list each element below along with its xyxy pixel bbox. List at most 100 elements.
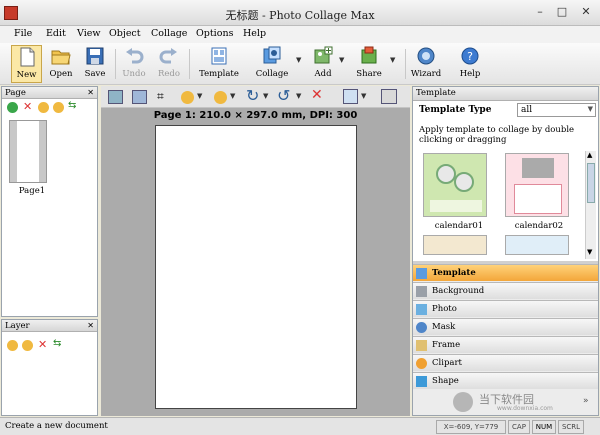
scroll-up-icon[interactable]: ▲	[587, 151, 592, 159]
bring-front-icon[interactable]	[181, 91, 194, 104]
accordion-background[interactable]: Background	[413, 282, 598, 299]
undo-button[interactable]: Undo	[120, 45, 148, 83]
menu-edit[interactable]: Edit	[46, 28, 66, 39]
template-panel-title: Template	[413, 87, 598, 101]
close-icon[interactable]: ✕	[87, 87, 94, 99]
template-label: Template	[199, 69, 239, 79]
floppy-icon	[86, 47, 104, 65]
delete-icon[interactable]: ✕	[311, 87, 323, 103]
menu-collage[interactable]: Collage	[151, 28, 187, 39]
accordion-frame[interactable]: Frame	[413, 336, 598, 353]
save-button[interactable]: Save	[80, 45, 110, 83]
status-cap: CAP	[508, 420, 530, 434]
collage-dropdown-icon[interactable]: ▼	[296, 56, 301, 64]
dropdown-icon[interactable]: ▼	[230, 92, 235, 100]
wizard-button[interactable]: Wizard	[410, 45, 442, 83]
delete-layer-icon[interactable]: ✕	[38, 338, 47, 351]
maximize-icon[interactable]: □	[553, 4, 571, 20]
close-icon[interactable]: ✕	[87, 320, 94, 332]
share-dropdown-icon[interactable]: ▼	[390, 56, 395, 64]
accordion-mask[interactable]: Mask	[413, 318, 598, 335]
menu-help[interactable]: Help	[243, 28, 266, 39]
page-panel-title: Page	[5, 88, 26, 98]
move-up-icon[interactable]	[38, 102, 49, 113]
page-panel: Page ✕ ✕ ⇆ Page1	[1, 86, 98, 317]
save-label: Save	[84, 69, 106, 79]
accordion-shape[interactable]: Shape	[413, 372, 598, 389]
rotate-left-icon[interactable]: ↺	[277, 86, 290, 105]
status-num: NUM	[532, 420, 556, 434]
close-icon[interactable]: ✕	[577, 4, 595, 20]
zoom-icon[interactable]	[132, 90, 147, 104]
template-thumb-calendar02[interactable]	[505, 153, 569, 217]
fit-page-icon[interactable]	[108, 90, 123, 104]
expand-icon[interactable]: »	[583, 396, 589, 406]
open-label: Open	[49, 69, 73, 79]
scroll-down-icon[interactable]: ▼	[587, 248, 592, 256]
template-button[interactable]: Template	[197, 45, 241, 83]
add-label: Add	[314, 69, 332, 79]
background-icon	[416, 286, 427, 297]
template-scrollbar[interactable]: ▲ ▼	[585, 151, 596, 259]
share-button[interactable]: Share	[354, 45, 384, 83]
dropdown-icon[interactable]: ▼	[197, 92, 202, 100]
frame-icon	[416, 340, 427, 351]
collage-button[interactable]: Collage	[252, 45, 292, 83]
add-page-icon[interactable]	[7, 102, 18, 113]
photo-slot	[522, 158, 554, 178]
layer-panel-title: Layer	[5, 321, 30, 331]
collage-label: Collage	[255, 69, 289, 79]
align-icon[interactable]	[343, 89, 358, 104]
rotate-right-icon[interactable]: ↻	[246, 86, 259, 105]
refresh-icon[interactable]: ⇆	[68, 100, 76, 111]
chevron-down-icon[interactable]: ▼	[588, 105, 593, 113]
redo-button[interactable]: Redo	[155, 45, 183, 83]
page-panel-header: Page ✕	[2, 87, 97, 99]
page-thumbnail[interactable]	[9, 120, 47, 183]
layer-down-icon[interactable]	[22, 340, 33, 351]
add-dropdown-icon[interactable]: ▼	[339, 56, 344, 64]
print-icon[interactable]	[381, 89, 397, 104]
move-down-icon[interactable]	[53, 102, 64, 113]
menu-object[interactable]: Object	[109, 28, 141, 39]
dropdown-icon[interactable]: ▼	[296, 92, 301, 100]
refresh-icon[interactable]: ⇆	[53, 338, 61, 349]
photo-slot	[454, 172, 474, 192]
menu-file[interactable]: File	[14, 28, 32, 39]
template-type-select[interactable]: all ▼	[517, 103, 596, 117]
new-button[interactable]: New	[11, 45, 42, 83]
scroll-thumb[interactable]	[587, 163, 595, 203]
accordion-label: Shape	[432, 376, 459, 386]
dropdown-icon[interactable]: ▼	[361, 92, 366, 100]
accordion-photo[interactable]: Photo	[413, 300, 598, 317]
canvas-area: ⌗ ▼ ▼ ↻ ▼ ↺ ▼ ✕ ▼ Page 1: 210.0 × 297.0 …	[101, 86, 410, 416]
clipart-icon	[416, 358, 427, 369]
minimize-icon[interactable]: –	[531, 4, 549, 20]
page-info: Page 1: 210.0 × 297.0 mm, DPI: 300	[153, 110, 358, 121]
layer-panel-header: Layer ✕	[2, 320, 97, 332]
add-button[interactable]: Add	[310, 45, 336, 83]
page-canvas[interactable]	[155, 125, 357, 409]
template-thumb-label: calendar01	[434, 221, 484, 231]
crop-icon[interactable]: ⌗	[157, 89, 164, 104]
toolbar-separator	[189, 49, 190, 79]
toolbar-separator	[405, 49, 406, 79]
menu-options[interactable]: Options	[196, 28, 233, 39]
add-image-icon	[314, 46, 333, 64]
wizard-label: Wizard	[410, 69, 442, 79]
redo-label: Redo	[158, 69, 180, 79]
delete-page-icon[interactable]: ✕	[23, 100, 32, 113]
status-bar: Create a new document X=-609, Y=779 CAP …	[0, 417, 600, 435]
open-button[interactable]: Open	[46, 45, 76, 83]
template-thumb[interactable]	[423, 235, 487, 255]
layer-up-icon[interactable]	[7, 340, 18, 351]
template-thumb[interactable]	[505, 235, 569, 255]
menu-view[interactable]: View	[77, 28, 101, 39]
send-back-icon[interactable]	[214, 91, 227, 104]
accordion-template[interactable]: Template	[413, 264, 598, 281]
help-label: Help	[459, 69, 481, 79]
template-thumb-calendar01[interactable]	[423, 153, 487, 217]
help-button[interactable]: ? Help	[457, 45, 483, 83]
accordion-clipart[interactable]: Clipart	[413, 354, 598, 371]
dropdown-icon[interactable]: ▼	[263, 92, 268, 100]
